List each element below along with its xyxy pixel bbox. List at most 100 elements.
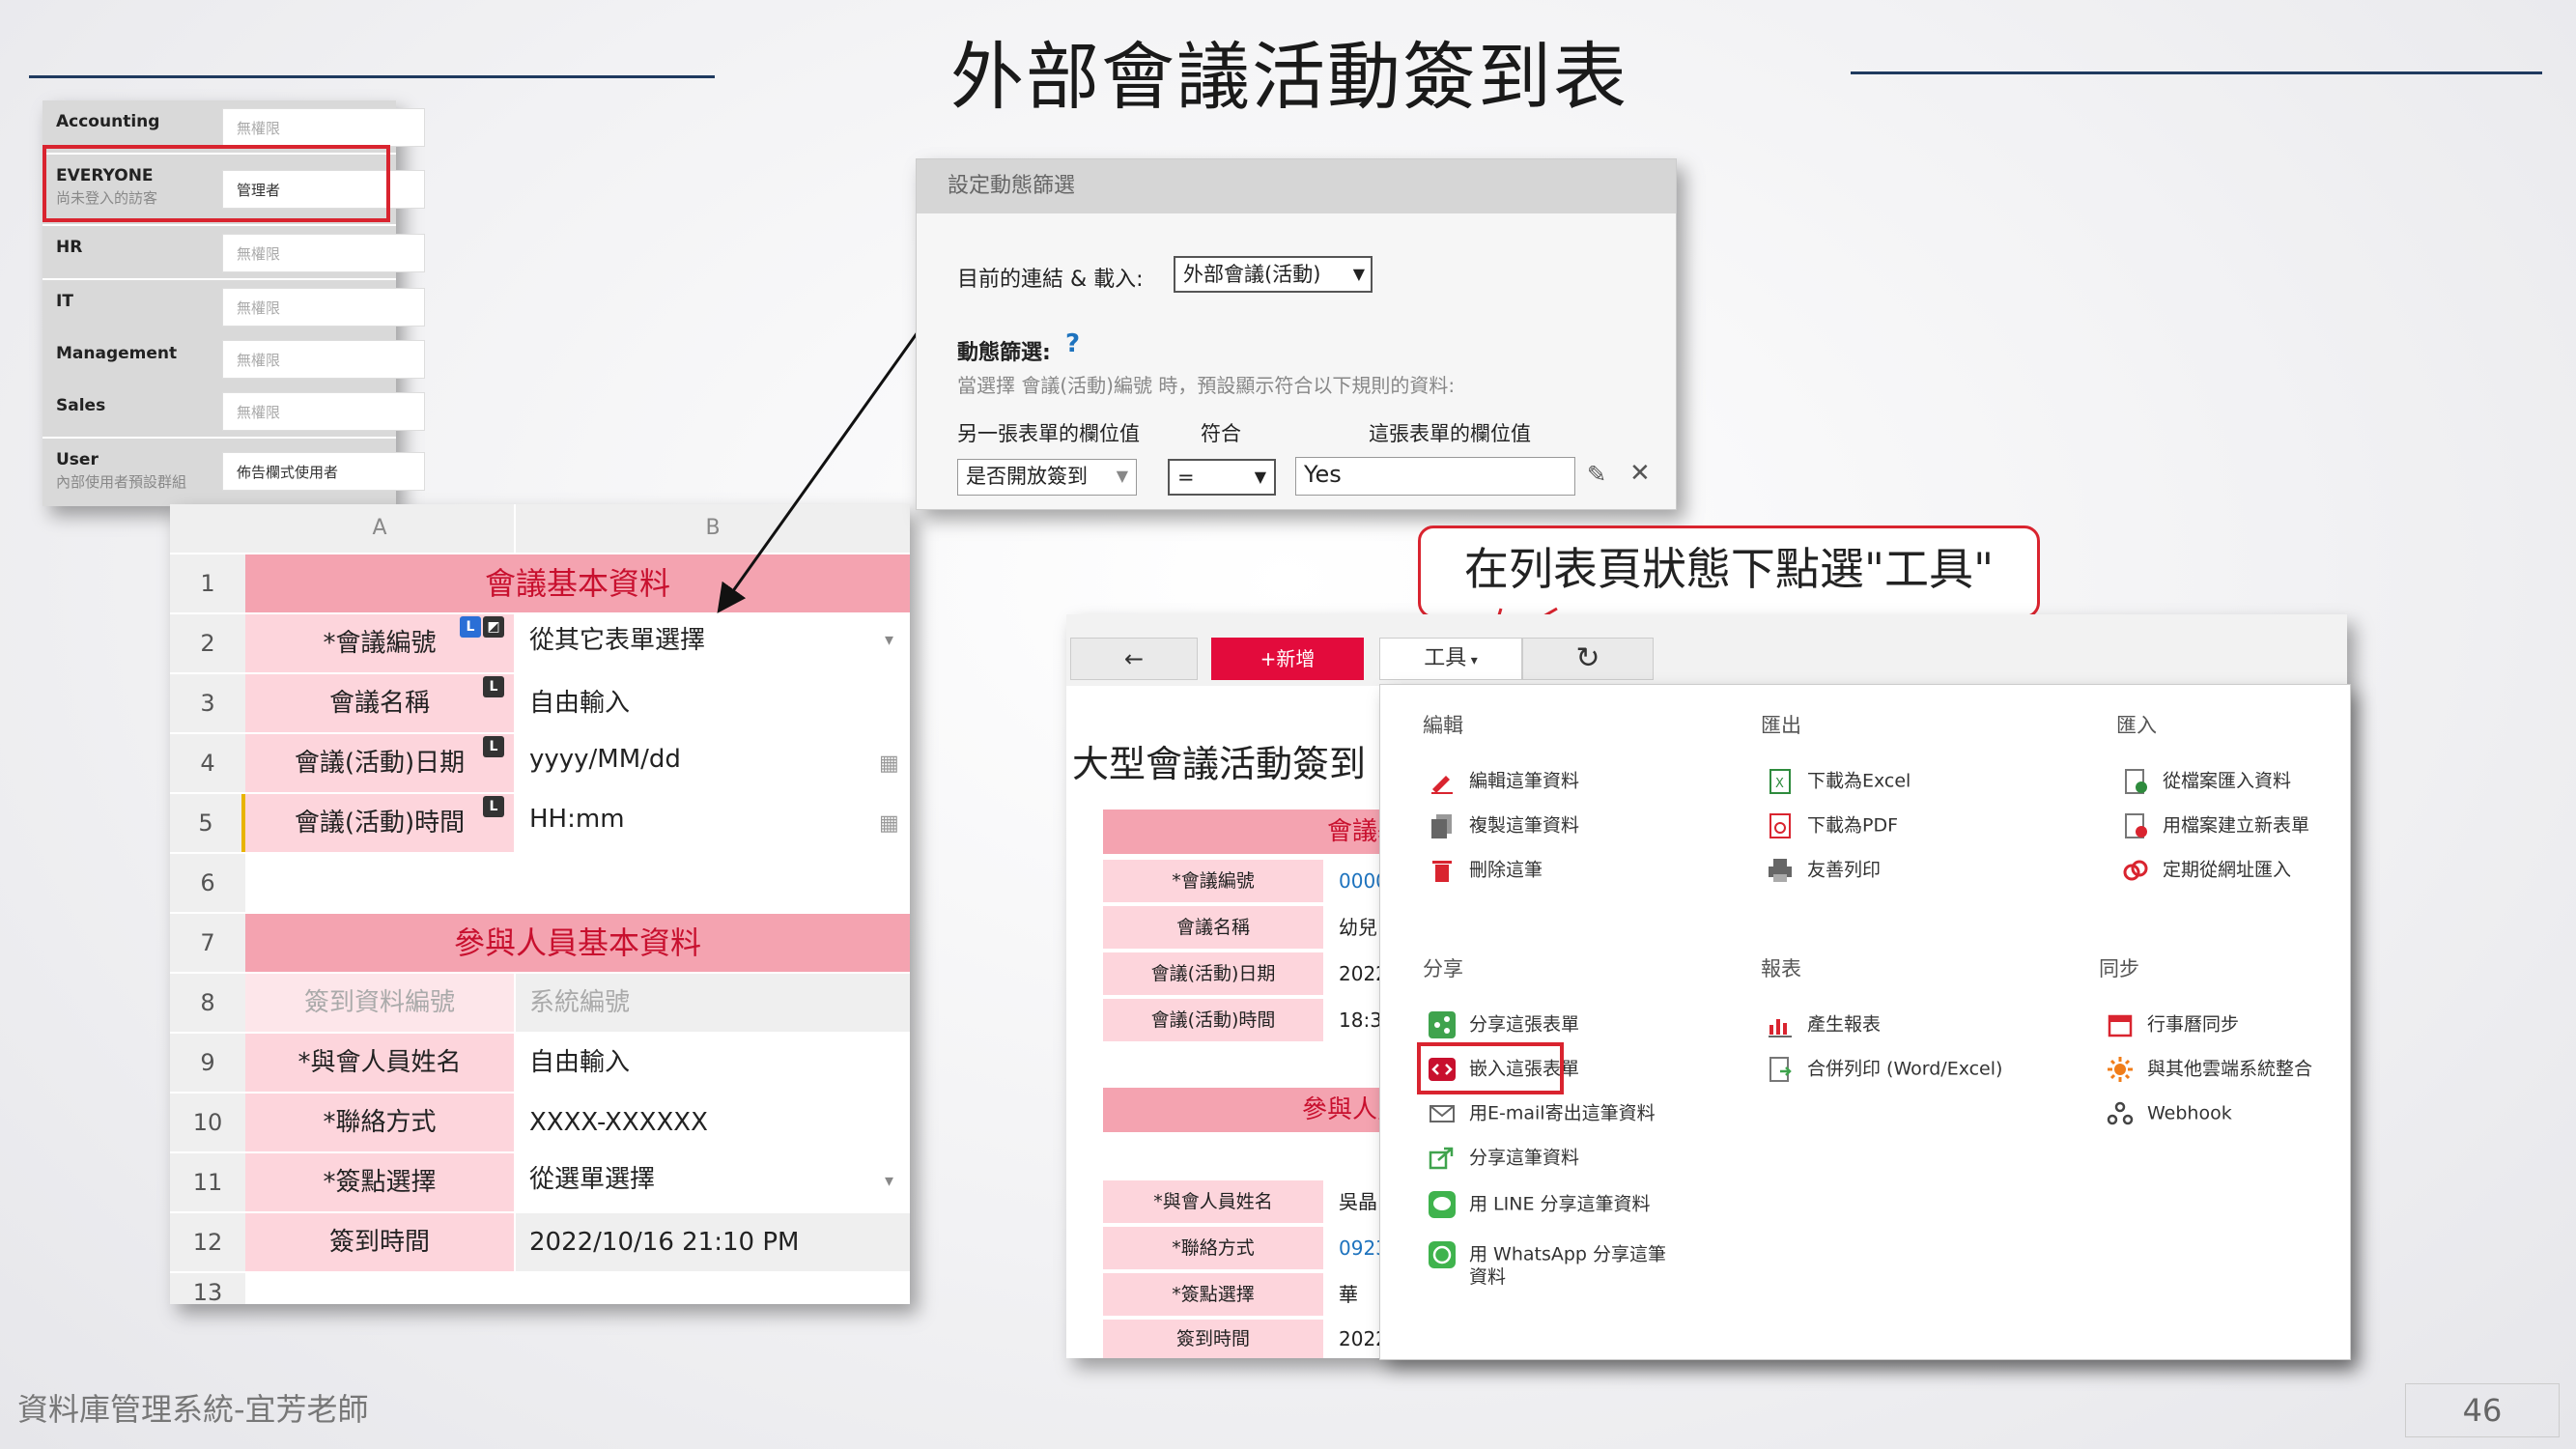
field-label: *聯絡方式 — [1103, 1227, 1323, 1269]
perm-select[interactable]: 無權限 — [222, 340, 425, 379]
menu-item-calendar-sync[interactable]: 行事曆同步 — [2107, 1008, 2239, 1040]
field-label: *聯絡方式 — [245, 1094, 514, 1151]
field-label: 簽到時間 — [245, 1213, 514, 1271]
slide-title: 外部會議活動簽到表 — [950, 34, 1628, 120]
menu-item-import-file[interactable]: 從檔案匯入資料 — [2122, 764, 2291, 797]
perm-select[interactable]: 無權限 — [222, 288, 425, 327]
field-value: 系統編號 — [516, 974, 910, 1032]
menu-item-share-whatsapp-cont: 資料 — [1469, 1266, 1507, 1288]
menu-item-new-form-from-file[interactable]: 用檔案建立新表單 — [2122, 809, 2309, 841]
trash-icon — [1432, 860, 1452, 882]
list-toolbar: ← +新增 工具 ▾ ↻ — [1066, 614, 2347, 686]
field-label: 簽到資料編號 — [245, 974, 514, 1032]
highlight-frame — [1417, 1042, 1564, 1094]
perm-group: Management — [56, 344, 178, 363]
this-field-input[interactable]: Yes — [1295, 457, 1575, 496]
menu-item-copy-record[interactable]: 複製這筆資料 — [1429, 809, 1579, 841]
column-header-match: 符合 — [1201, 422, 1241, 445]
row-number: 13 — [170, 1273, 245, 1304]
chevron-down-icon: ▼ — [1352, 265, 1365, 283]
row-number: 12 — [170, 1213, 245, 1271]
menu-section-import: 匯入 — [2116, 714, 2157, 737]
menu-item-webhook[interactable]: Webhook — [2107, 1096, 2232, 1129]
operator-select[interactable]: = ▼ — [1168, 459, 1276, 496]
help-icon[interactable]: ? — [1065, 329, 1080, 358]
menu-item-cloud-integration[interactable]: 與其他雲端系統整合 — [2107, 1052, 2312, 1085]
excel-icon: X — [1769, 768, 1791, 794]
dynamic-filter-dialog: 設定動態篩選 目前的連結 & 載入: 外部會議(活動) ▼ 動態篩選: ? 當選… — [916, 158, 1677, 510]
printer-icon — [1769, 858, 1792, 882]
menu-item-generate-report[interactable]: 產生報表 — [1767, 1008, 1881, 1040]
mail-icon — [1430, 1104, 1455, 1122]
menu-item-merge-print[interactable]: 合併列印 (Word/Excel) — [1767, 1052, 2002, 1085]
sun-gear-icon — [2108, 1056, 2133, 1082]
row-number: 7 — [170, 914, 245, 972]
close-icon[interactable]: ✕ — [1629, 459, 1651, 488]
add-button[interactable]: +新增 — [1211, 638, 1364, 680]
link-select[interactable]: 外部會議(活動) ▼ — [1174, 256, 1373, 293]
perm-select[interactable]: 佈告欄式使用者 — [222, 452, 425, 491]
perm-select[interactable]: 無權限 — [222, 392, 425, 431]
row-number: 3 — [170, 674, 245, 732]
menu-item-delete-record[interactable]: 刪除這筆 — [1429, 853, 1543, 886]
perm-select[interactable]: 無權限 — [222, 234, 425, 272]
row-number: 1 — [170, 554, 245, 612]
lock-badge: L — [483, 676, 504, 697]
calendar-icon[interactable]: ▦ — [879, 811, 899, 836]
merge-doc-icon — [1769, 1056, 1792, 1082]
other-field-value: 是否開放簽到 — [966, 465, 1088, 488]
file-import-icon — [2125, 768, 2147, 794]
refresh-button[interactable]: ↻ — [1522, 638, 1654, 680]
menu-item-share-line[interactable]: 用 LINE 分享這筆資料 — [1429, 1187, 1651, 1220]
row-number: 11 — [170, 1153, 245, 1211]
row-number: 9 — [170, 1034, 245, 1092]
perm-group: User — [56, 450, 99, 469]
share-icon — [1429, 1010, 1456, 1038]
menu-item-import-url[interactable]: 定期從網址匯入 — [2122, 853, 2291, 886]
perm-select[interactable]: 無權限 — [222, 108, 425, 147]
chevron-down-icon[interactable]: ▾ — [885, 630, 893, 650]
menu-item-download-pdf[interactable]: 下載為PDF — [1767, 809, 1898, 841]
tools-button[interactable]: 工具 ▾ — [1379, 638, 1522, 680]
section-banner: 參與人員 — [1103, 1088, 1402, 1132]
form-title: 大型會議活動簽到 — [1072, 743, 1367, 785]
column-header-other: 另一張表單的欄位值 — [957, 422, 1140, 445]
field-value[interactable]: HH:mm — [516, 794, 910, 852]
link-badge: L — [460, 616, 481, 638]
field-value[interactable]: 從選單選擇 — [516, 1153, 910, 1211]
column-header-this: 這張表單的欄位值 — [1369, 422, 1531, 445]
back-button[interactable]: ← — [1070, 638, 1198, 680]
menu-item-download-excel[interactable]: X 下載為Excel — [1767, 764, 1911, 797]
new-form-icon — [2125, 812, 2147, 838]
field-value[interactable]: yyyy/MM/dd — [516, 734, 910, 792]
menu-item-share-whatsapp[interactable]: 用 WhatsApp 分享這筆 — [1429, 1237, 1666, 1270]
field-value[interactable]: 2022/10/16 21:10 PM — [516, 1213, 910, 1271]
menu-section-export: 匯出 — [1761, 714, 1801, 737]
field-label: *簽點選擇 — [1103, 1273, 1323, 1316]
field-label: 會議名稱 — [1103, 906, 1323, 949]
field-value[interactable]: 自由輸入 — [516, 674, 910, 732]
menu-item-print[interactable]: 友善列印 — [1767, 853, 1881, 886]
calendar-icon[interactable]: ▦ — [879, 752, 899, 776]
menu-item-share-record[interactable]: 分享這筆資料 — [1429, 1141, 1579, 1174]
field-value[interactable]: XXXX-XXXXXX — [516, 1094, 910, 1151]
pdf-icon — [1769, 812, 1791, 838]
field-value[interactable]: 自由輸入 — [516, 1034, 910, 1092]
row-number: 10 — [170, 1094, 245, 1151]
link-select-value: 外部會議(活動) — [1183, 263, 1321, 286]
pencil-icon — [1431, 775, 1453, 794]
menu-item-edit-record[interactable]: 編輯這筆資料 — [1429, 764, 1579, 797]
chevron-down-icon[interactable]: ▾ — [885, 1171, 893, 1191]
menu-section-share: 分享 — [1423, 957, 1463, 980]
callout-bubble: 在列表頁狀態下點選"工具" — [1418, 526, 2040, 618]
menu-item-share-form[interactable]: 分享這張表單 — [1429, 1008, 1579, 1040]
row-number: 5 — [170, 794, 245, 852]
field-label: 會議(活動)日期 — [1103, 952, 1323, 995]
other-field-select[interactable]: 是否開放簽到 ▼ — [957, 459, 1137, 496]
perm-row-it: IT 無權限 — [42, 280, 425, 332]
pencil-icon[interactable]: ✎ — [1587, 461, 1606, 488]
arrow-connector — [717, 331, 920, 613]
column-header-a[interactable]: A — [245, 504, 514, 553]
field-label: *與會人員姓名 — [1103, 1180, 1323, 1223]
menu-item-email-record[interactable]: 用E-mail寄出這筆資料 — [1429, 1096, 1656, 1129]
